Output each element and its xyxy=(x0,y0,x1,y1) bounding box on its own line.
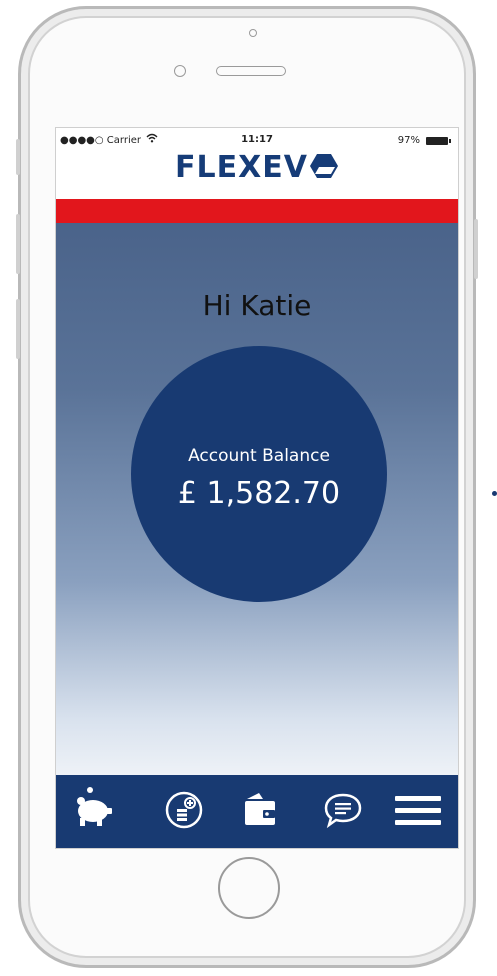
volume-up-button xyxy=(16,214,20,274)
earpiece-speaker xyxy=(216,66,286,76)
nav-savings-button[interactable] xyxy=(68,785,118,835)
proximity-sensor xyxy=(174,65,186,77)
logo-wordmark: FLEXEV xyxy=(175,150,308,185)
front-camera xyxy=(249,29,257,37)
app-logo: FLEXEV xyxy=(56,146,458,190)
main-content: Hi Katie Account Balance £ 1,582.70 xyxy=(56,223,458,775)
nav-menu-button[interactable] xyxy=(391,785,445,835)
piggy-bank-icon xyxy=(77,787,112,826)
volume-down-button xyxy=(16,299,20,359)
coins-add-icon xyxy=(165,791,203,829)
balance-value: £ 1,582.70 xyxy=(177,476,341,511)
balance-label: Account Balance xyxy=(188,446,330,466)
annotation-dot xyxy=(492,491,497,496)
greeting-text: Hi Katie xyxy=(202,289,312,322)
nav-messages-button[interactable] xyxy=(318,785,368,835)
menu-icon xyxy=(395,796,441,825)
nav-wallet-button[interactable] xyxy=(235,785,285,835)
header-accent-bar xyxy=(56,199,458,223)
home-button[interactable] xyxy=(218,857,280,919)
mute-switch xyxy=(16,139,20,175)
balance-card[interactable]: Account Balance £ 1,582.70 xyxy=(131,346,387,602)
bottom-nav xyxy=(56,775,458,848)
nav-top-up-button[interactable] xyxy=(159,785,209,835)
battery-percentage: 97% xyxy=(397,135,420,146)
wallet-icon xyxy=(245,793,275,825)
chat-icon xyxy=(324,793,362,829)
battery-icon xyxy=(426,137,451,145)
app-screen: ●●●●○ Carrier 11:17 97% FLEXEV Hi Katie … xyxy=(55,127,459,849)
power-button xyxy=(474,219,478,279)
logo-mark-icon xyxy=(309,151,339,181)
